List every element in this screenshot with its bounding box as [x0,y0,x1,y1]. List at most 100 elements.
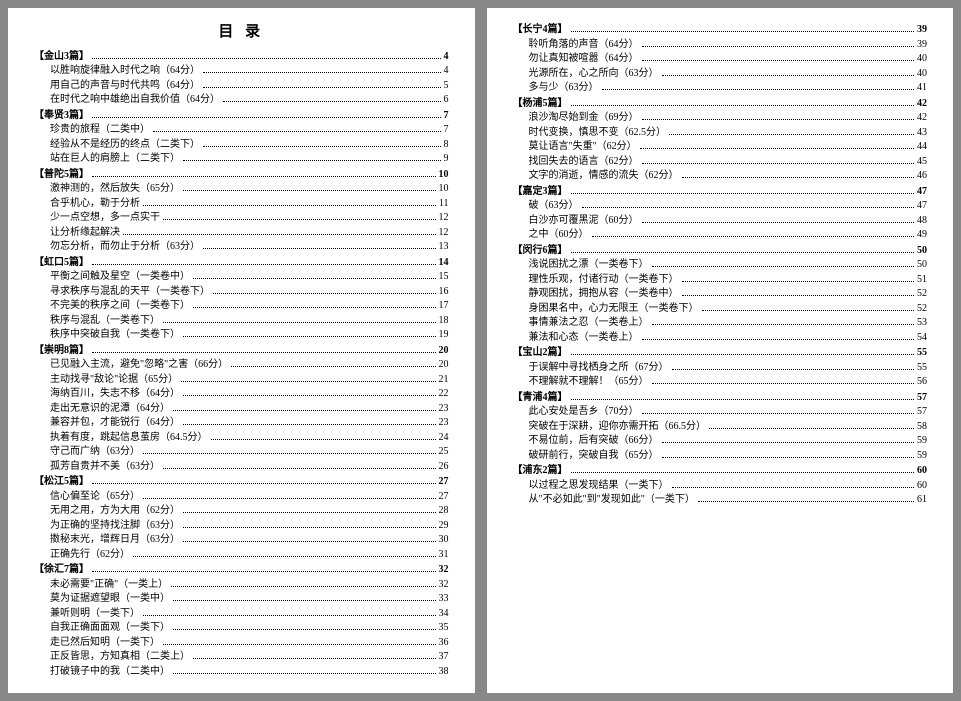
leader-dots [163,213,436,220]
entry-title: 兼容并包，才能锐行（64分） [50,416,180,431]
section-page: 39 [917,23,927,38]
toc-entry: 正确先行（62分）31 [34,548,449,563]
leader-dots [183,506,436,513]
entry-title: 为正确的坚持找注脚（63分） [50,519,180,534]
leader-dots [662,69,915,76]
entry-page: 16 [439,285,449,300]
leader-dots [153,125,441,132]
leader-dots [652,377,915,384]
entry-page: 45 [917,155,927,170]
toc-entry: 珍贵的旅程（二类中） 7 [34,123,449,138]
toc-entry: 平衡之间触及星空（一类卷中）15 [34,270,449,285]
leader-dots [652,318,915,325]
entry-page: 59 [917,449,927,464]
entry-page: 7 [444,123,449,138]
entry-title: 珍贵的旅程（二类中） [50,123,150,138]
section-name: 青浦4篇 [513,391,568,406]
toc-entry: 兼听则明（一类下）34 [34,607,449,622]
entry-title: 未必需要"正确"（一类上） [50,578,168,593]
entry-title: 秩序中突破自我（一类卷下） [50,328,180,343]
toc-entry: 身困果名中，心力无限王（一类卷下）52 [513,302,928,317]
section-header: 徐汇7篇32 [34,563,449,578]
leader-dots [662,451,915,458]
toc-entry: 以过程之思发现结果（一类下）60 [513,479,928,494]
toc-entry: 站在巨人的肩膀上（二类下）9 [34,152,449,167]
toc-entry: 打破镜子中的我（二类中）38 [34,665,449,680]
entry-title: 莫为证据遮望眼（一类中） [50,592,170,607]
toc-entry: 走已然后知明（一类下）36 [34,636,449,651]
entry-title: 守己而广纳（63分） [50,445,140,460]
entry-title: 白沙亦可覆黑泥（60分） [529,214,639,229]
leader-dots [642,407,915,414]
entry-page: 48 [917,214,927,229]
leader-dots [652,260,915,267]
entry-title: 擞秘末光，增辉日月（63分） [50,533,180,548]
toc-entry: 之中（60分）49 [513,228,928,243]
leader-dots [223,95,441,102]
entry-title: 于误解中寻找栖身之所（67分） [529,361,669,376]
entry-page: 17 [439,299,449,314]
entry-title: 经验从不是经历的终点（二类下） [50,138,200,153]
toc-entry: 用自己的声音与时代共鸣（64分）5 [34,79,449,94]
entry-title: 自我正确面面观（一类下） [50,621,170,636]
toc-entry: 兼法和心态（一类卷上）54 [513,331,928,346]
leader-dots [163,462,436,469]
section-page: 55 [917,346,927,361]
leader-dots [183,154,441,161]
section-page: 4 [444,50,449,65]
entry-title: 主动找寻"敌论"论据（65分） [50,373,178,388]
page-left: 目 录 金山3篇4以胜响旋律融入时代之响（64分）4用自己的声音与时代共鸣（64… [8,8,475,693]
section-name: 宝山2篇 [513,346,568,361]
toc-entry: 信心偏至论（65分）27 [34,490,449,505]
section-header: 嘉定3篇47 [513,185,928,200]
entry-title: 找回失去的语言（62分） [529,155,639,170]
entry-page: 32 [439,578,449,593]
entry-title: 静观困扰，拥抱从容（一类卷中） [529,287,679,302]
leader-dots [698,495,914,502]
entry-title: 走出无意识的泥潭（64分） [50,402,170,417]
section-page: 60 [917,464,927,479]
toc-entry: 勿忘分析，而勿止于分析（63分）13 [34,240,449,255]
leader-dots [682,171,915,178]
entry-title: 事情兼法之忍（一类卷上） [529,316,649,331]
entry-title: 兼听则明（一类下） [50,607,140,622]
leader-dots [173,667,436,674]
entry-title: 站在巨人的肩膀上（二类下） [50,152,180,167]
leader-dots [181,375,435,382]
entry-page: 56 [917,375,927,390]
leader-dots [92,346,436,353]
section-name: 嘉定3篇 [513,185,568,200]
entry-page: 15 [439,270,449,285]
section-name: 金山3篇 [34,50,89,65]
leader-dots [669,128,914,135]
section-page: 14 [439,256,449,271]
entry-title: 之中（60分） [529,228,589,243]
entry-page: 46 [917,169,927,184]
entry-page: 51 [917,273,927,288]
entry-title: 让分析缘起解决 [50,226,120,241]
section-page: 32 [439,563,449,578]
section-header: 杨浦5篇42 [513,97,928,112]
right-column-content: 长宁4篇39聆听角落的声音（64分）39勿让真知被喧嚣（64分）40光源所在，心… [513,23,928,508]
toc-entry: 突破在于深耕，迎你亦需开拓（66.5分）58 [513,420,928,435]
toc-entry: 白沙亦可覆黑泥（60分） 48 [513,214,928,229]
entry-title: 正确先行（62分） [50,548,130,563]
leader-dots [571,348,915,355]
leader-dots [592,230,915,237]
toc-entry: 秩序与混乱（一类卷下）18 [34,314,449,329]
leader-dots [173,623,436,630]
section-header: 崇明8篇20 [34,344,449,359]
leader-dots [672,481,915,488]
section-page: 50 [917,244,927,259]
section-header: 奉贤3篇7 [34,109,449,124]
section-name: 松江5篇 [34,475,89,490]
entry-page: 61 [917,493,927,508]
section-header: 青浦4篇57 [513,391,928,406]
entry-title: 合乎机心，勒于分析 [50,197,140,212]
entry-page: 44 [917,140,927,155]
section-page: 7 [444,109,449,124]
leader-dots [213,287,436,294]
entry-page: 12 [439,211,449,226]
leader-dots [571,466,915,473]
toc-entry: 文字的消逝，情感的流失（62分）46 [513,169,928,184]
